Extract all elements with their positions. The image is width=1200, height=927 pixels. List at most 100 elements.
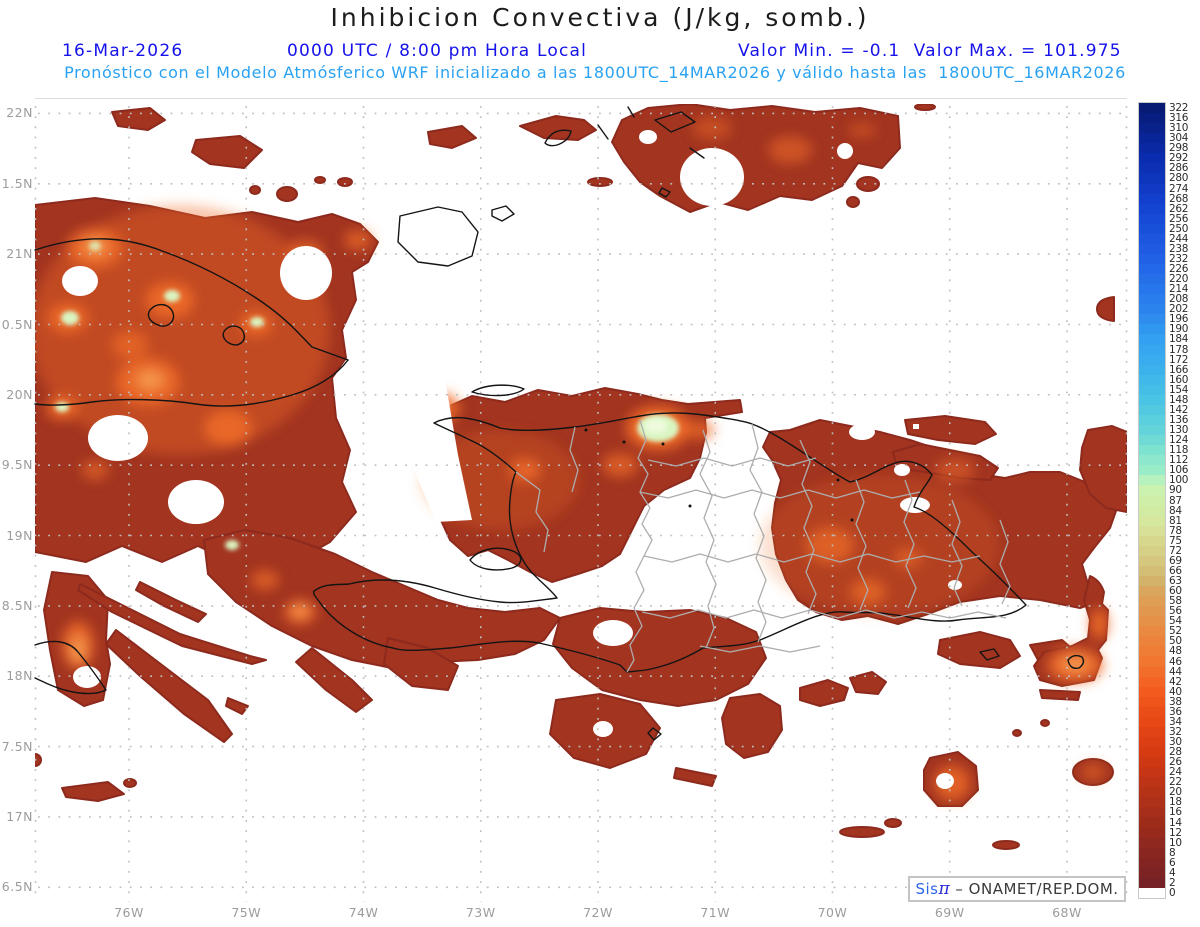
colorbar-swatch — [1139, 314, 1165, 325]
colorbar-swatch — [1139, 213, 1165, 224]
colorbar-label: 184 — [1169, 333, 1189, 346]
sispi-logo: Sis — [915, 880, 939, 898]
colorbar-swatch — [1139, 525, 1165, 536]
lat-label: 17N — [6, 808, 33, 824]
colorbar-swatch — [1139, 354, 1165, 365]
little-inagua — [491, 205, 515, 222]
colorbar-swatch — [1139, 867, 1165, 878]
colorbar-swatch — [1139, 374, 1165, 385]
colorbar-swatch — [1139, 545, 1165, 556]
lat-label: 7.5N — [1, 738, 33, 754]
colorbar-swatch — [1139, 636, 1165, 647]
colorbar-swatch — [1139, 656, 1165, 667]
colorbar-swatch — [1139, 736, 1165, 748]
colorbar-swatch — [1139, 253, 1165, 264]
colorbar-label: 90 — [1169, 484, 1182, 497]
colorbar-swatch — [1139, 233, 1165, 244]
cin-shading-layer — [35, 104, 1127, 850]
colorbar-swatch — [1139, 505, 1165, 516]
lat-label: 22N — [6, 105, 33, 121]
colorbar-swatch — [1139, 294, 1165, 305]
colorbar-swatch — [1139, 183, 1165, 194]
colorbar-swatch — [1139, 284, 1165, 295]
lat-label: 8.5N — [1, 597, 33, 613]
colorbar-swatch — [1139, 193, 1165, 204]
colorbar-swatch — [1139, 274, 1165, 285]
forecast-map-page: Inhibicion Convectiva (J/kg, somb.) 16-M… — [0, 0, 1200, 927]
colorbar-swatch — [1139, 676, 1165, 687]
colorbar-swatch — [1139, 435, 1165, 446]
colorbar-swatch — [1139, 716, 1165, 727]
colorbar-swatch — [1139, 143, 1165, 154]
colorbar-label: 16 — [1169, 806, 1182, 819]
colorbar-label: 46 — [1169, 655, 1182, 668]
colorbar-swatch — [1139, 626, 1165, 637]
map-canvas — [34, 98, 1128, 902]
colorbar-swatch — [1139, 616, 1165, 627]
colorbar-swatch — [1139, 515, 1165, 526]
colorbar-swatch — [1139, 163, 1165, 174]
lon-label: 70W — [817, 905, 848, 920]
colorbar-label: 280 — [1169, 172, 1189, 185]
lat-label: 1.5N — [1, 175, 33, 191]
colorbar-swatch — [1139, 646, 1165, 657]
colorbar-swatch — [1139, 706, 1165, 717]
lat-label: 20N — [6, 386, 33, 402]
colorbar-swatch — [1139, 304, 1165, 315]
colorbar-swatch — [1139, 173, 1165, 184]
colorbar-swatch — [1139, 485, 1165, 496]
colorbar-swatch — [1139, 666, 1165, 677]
colorbar-swatch — [1139, 153, 1165, 164]
colorbar-swatch — [1139, 113, 1165, 124]
colorbar-swatch — [1139, 807, 1165, 818]
lat-label: 19N — [6, 527, 33, 543]
colorbar-label: 48 — [1169, 645, 1182, 658]
colorbar-swatch — [1139, 555, 1165, 566]
colorbar-swatch — [1139, 847, 1165, 858]
colorbar-swatch — [1139, 575, 1165, 587]
colorbar-swatch — [1139, 817, 1165, 828]
great-inagua — [397, 206, 479, 267]
lat-label: 9.5N — [1, 457, 33, 473]
lat-label: 21N — [6, 246, 33, 262]
lon-label: 74W — [348, 905, 379, 920]
colorbar-swatch — [1139, 404, 1165, 415]
colorbar-swatch — [1139, 133, 1165, 144]
colorbar-swatch — [1139, 837, 1165, 848]
lon-label: 69W — [934, 905, 965, 920]
lon-label: 73W — [465, 905, 496, 920]
colorbar-swatch — [1139, 203, 1165, 214]
colorbar-swatch — [1139, 334, 1165, 345]
tortuga-island — [471, 384, 525, 397]
lon-label: 68W — [1052, 905, 1082, 920]
colorbar-swatch — [1139, 596, 1165, 607]
colorbar-swatch — [1139, 726, 1165, 737]
attribution-box: Sis π – ONAMET/REP.DOM. — [908, 876, 1126, 902]
colorbar-swatch — [1139, 747, 1165, 758]
colorbar-swatch — [1139, 455, 1165, 466]
lat-label: 0.5N — [1, 316, 33, 332]
colorbar-swatch — [1139, 887, 1165, 898]
colorbar-swatch — [1139, 606, 1165, 617]
lon-label: 76W — [114, 905, 144, 920]
colorbar-swatch — [1139, 414, 1165, 426]
lon-label: 72W — [583, 905, 613, 920]
colorbar-swatch — [1139, 243, 1165, 254]
colorbar-swatch — [1139, 445, 1165, 456]
colorbar-swatch — [1139, 857, 1165, 868]
lon-label: 75W — [231, 905, 262, 920]
colorbar-swatch — [1139, 324, 1165, 335]
colorbar-swatch — [1139, 877, 1165, 888]
colorbar-swatch — [1139, 384, 1165, 395]
colorbar-swatch — [1139, 827, 1165, 838]
colorbar-swatch — [1139, 475, 1165, 486]
colorbar-swatch — [1139, 797, 1165, 808]
colorbar-swatch — [1139, 123, 1165, 134]
colorbar-label: 0 — [1169, 886, 1176, 899]
colorbar-swatch — [1139, 586, 1165, 597]
attribution-text: – ONAMET/REP.DOM. — [950, 880, 1119, 898]
colorbar-swatch — [1139, 425, 1165, 436]
colorbar-label: 87 — [1169, 494, 1182, 507]
colorbar-swatch — [1139, 495, 1165, 506]
colorbar-swatch — [1139, 565, 1165, 576]
